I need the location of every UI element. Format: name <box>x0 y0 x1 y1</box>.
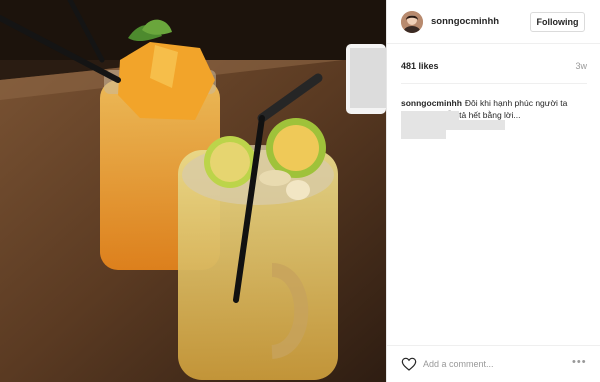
post-time-ago[interactable]: 3w <box>575 61 587 71</box>
avatar-image <box>401 10 423 33</box>
post-sidebar: sonngocminhh Following 481 likes 3w sonn… <box>386 0 600 382</box>
post-username[interactable]: sonngocminhh <box>431 16 499 27</box>
drinks-photo-image <box>0 0 386 382</box>
ellipsis-icon[interactable]: ••• <box>572 356 587 368</box>
avatar[interactable] <box>401 10 423 33</box>
add-comment-input[interactable] <box>423 355 553 373</box>
post-photo[interactable] <box>0 0 386 382</box>
comment-bar: ••• <box>387 345 600 382</box>
divider <box>401 83 587 84</box>
blurred-content <box>401 111 506 139</box>
following-button[interactable]: Following <box>530 12 585 32</box>
blur-block <box>401 111 459 120</box>
caption-username[interactable]: sonngocminhh <box>401 98 462 108</box>
likes-count[interactable]: 481 likes <box>401 61 439 71</box>
heart-outline-icon[interactable] <box>401 356 417 372</box>
blur-block <box>401 130 446 139</box>
instagram-post: sonngocminhh Following 481 likes 3w sonn… <box>0 0 600 382</box>
blur-block <box>401 120 505 130</box>
